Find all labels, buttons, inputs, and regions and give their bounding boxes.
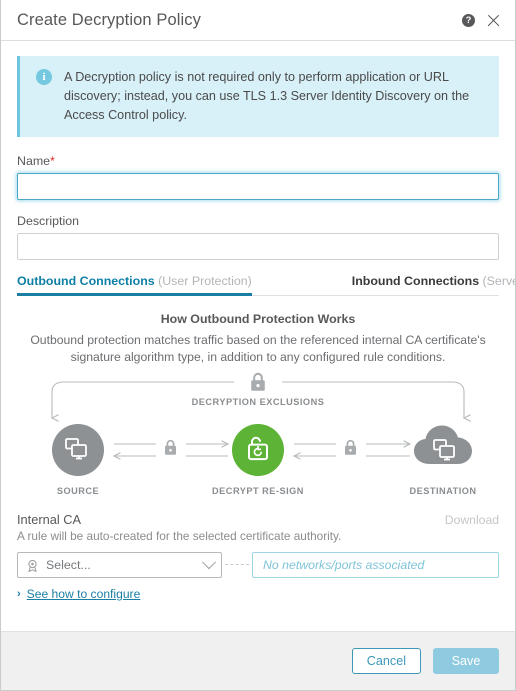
destination-label: DESTINATION [409,486,476,496]
certificate-seal-icon [26,559,39,572]
tab-inbound-label: Inbound Connections [351,274,480,288]
protection-diagram: How Outbound Protection Works Outbound p… [17,296,499,502]
decrypt-resign-node: DECRYPT RE-SIGN [212,424,304,496]
internal-ca-header: Internal CA Download [17,512,499,527]
diagram-description: Outbound protection matches traffic base… [30,333,486,364]
dialog-body: i A Decryption policy is not required on… [1,41,515,631]
dialog-footer: Cancel Save [1,631,515,690]
padlock-icon [345,439,356,455]
name-field-block: Name* [17,154,499,200]
info-banner-text: A Decryption policy is not required only… [64,70,470,122]
connection-tabs: Outbound Connections (User Protection) I… [17,274,515,296]
decryption-exclusions-label: DECRYPTION EXCLUSIONS [192,397,325,407]
download-link[interactable]: Download [445,513,499,527]
dialog-header: Create Decryption Policy ? [1,0,515,41]
tab-inbound-sublabel: (Server Protection) [482,274,515,288]
internal-ca-row: Select... No networks/ports associated [17,552,499,578]
diagram-title: How Outbound Protection Works [160,312,356,326]
chevron-right-icon: › [17,588,21,600]
chevron-down-icon [201,555,217,570]
page-title: Create Decryption Policy [17,10,201,29]
close-icon[interactable] [486,13,501,28]
internal-ca-select-value: Select... [46,558,91,572]
name-input[interactable] [17,173,499,200]
padlock-icon [251,372,265,391]
tab-inbound-connections[interactable]: Inbound Connections (Server Protection) [352,274,515,295]
tab-outbound-connections[interactable]: Outbound Connections (User Protection) [17,274,252,296]
description-field-block: Description [17,214,499,260]
name-label: Name* [17,154,499,168]
internal-ca-title: Internal CA [17,512,82,527]
create-decryption-policy-dialog: Create Decryption Policy ? i A Decryptio… [0,0,516,691]
source-label: SOURCE [57,486,99,496]
internal-ca-subtitle: A rule will be auto-created for the sele… [17,529,342,543]
source-node: SOURCE [52,424,104,496]
destination-node: DESTINATION [409,425,476,496]
description-input[interactable] [17,233,499,260]
description-label: Description [17,214,79,228]
internal-ca-section: Internal CA Download A rule will be auto… [17,512,499,601]
tab-outbound-label: Outbound Connections [17,274,155,288]
info-icon: i [36,69,52,85]
dashed-connector [225,564,249,566]
help-icon[interactable]: ? [462,13,475,27]
info-banner: i A Decryption policy is not required on… [17,56,499,137]
internal-ca-select[interactable]: Select... [17,552,222,578]
required-asterisk: * [50,154,55,168]
see-how-to-configure-label: See how to configure [26,587,141,601]
networks-ports-field[interactable]: No networks/ports associated [252,552,499,578]
outbound-flow-svg: DECRYPTION EXCLUSIONS SOURCE DECRYPT RE-… [38,372,476,496]
networks-ports-placeholder: No networks/ports associated [263,558,425,572]
decrypt-resign-label: DECRYPT RE-SIGN [212,486,304,496]
header-icon-group: ? [462,13,501,28]
cloud-monitors-icon [414,425,472,464]
name-label-text: Name [17,154,51,168]
tab-outbound-sublabel: (User Protection) [154,274,252,288]
save-button[interactable]: Save [433,648,499,674]
cancel-button[interactable]: Cancel [351,648,421,674]
see-how-to-configure-link[interactable]: › See how to configure [17,587,499,601]
padlock-icon [165,439,176,455]
